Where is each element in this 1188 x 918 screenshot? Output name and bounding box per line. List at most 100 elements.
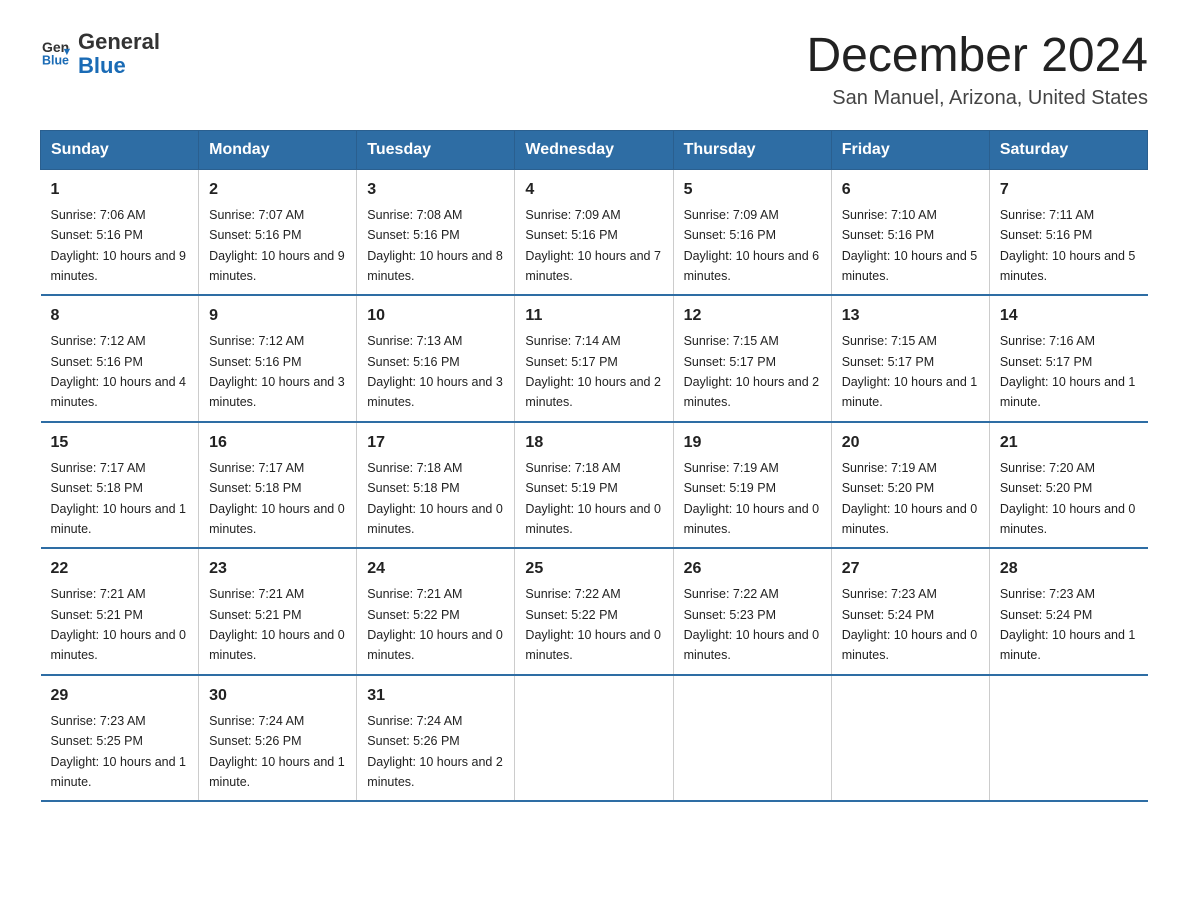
day-number: 29 (51, 684, 189, 708)
day-number: 28 (1000, 557, 1138, 581)
day-number: 14 (1000, 304, 1138, 328)
calendar-cell: 26 Sunrise: 7:22 AMSunset: 5:23 PMDaylig… (673, 548, 831, 675)
calendar-cell: 31 Sunrise: 7:24 AMSunset: 5:26 PMDaylig… (357, 675, 515, 802)
day-number: 2 (209, 178, 346, 202)
day-info: Sunrise: 7:24 AMSunset: 5:26 PMDaylight:… (209, 714, 345, 789)
column-header-sunday: Sunday (41, 130, 199, 169)
day-number: 15 (51, 431, 189, 455)
day-info: Sunrise: 7:12 AMSunset: 5:16 PMDaylight:… (209, 334, 345, 409)
calendar-cell: 9 Sunrise: 7:12 AMSunset: 5:16 PMDayligh… (199, 295, 357, 422)
calendar-cell: 11 Sunrise: 7:14 AMSunset: 5:17 PMDaylig… (515, 295, 673, 422)
day-info: Sunrise: 7:22 AMSunset: 5:23 PMDaylight:… (684, 587, 820, 662)
day-number: 8 (51, 304, 189, 328)
day-info: Sunrise: 7:20 AMSunset: 5:20 PMDaylight:… (1000, 461, 1136, 536)
calendar-cell: 29 Sunrise: 7:23 AMSunset: 5:25 PMDaylig… (41, 675, 199, 802)
calendar-cell: 10 Sunrise: 7:13 AMSunset: 5:16 PMDaylig… (357, 295, 515, 422)
svg-text:Blue: Blue (42, 53, 69, 66)
day-number: 23 (209, 557, 346, 581)
day-info: Sunrise: 7:17 AMSunset: 5:18 PMDaylight:… (209, 461, 345, 536)
day-info: Sunrise: 7:19 AMSunset: 5:19 PMDaylight:… (684, 461, 820, 536)
calendar-cell: 20 Sunrise: 7:19 AMSunset: 5:20 PMDaylig… (831, 422, 989, 549)
calendar-cell (515, 675, 673, 802)
day-number: 30 (209, 684, 346, 708)
day-number: 24 (367, 557, 504, 581)
day-number: 31 (367, 684, 504, 708)
day-info: Sunrise: 7:23 AMSunset: 5:24 PMDaylight:… (1000, 587, 1136, 662)
day-number: 6 (842, 178, 979, 202)
logo-text-general: General (78, 30, 160, 54)
day-info: Sunrise: 7:16 AMSunset: 5:17 PMDaylight:… (1000, 334, 1136, 409)
logo-text-blue: Blue (78, 54, 160, 78)
calendar-cell: 25 Sunrise: 7:22 AMSunset: 5:22 PMDaylig… (515, 548, 673, 675)
calendar-cell: 2 Sunrise: 7:07 AMSunset: 5:16 PMDayligh… (199, 169, 357, 295)
day-number: 27 (842, 557, 979, 581)
page-subtitle: San Manuel, Arizona, United States (806, 87, 1148, 110)
day-info: Sunrise: 7:09 AMSunset: 5:16 PMDaylight:… (525, 208, 661, 283)
column-header-wednesday: Wednesday (515, 130, 673, 169)
calendar-cell: 14 Sunrise: 7:16 AMSunset: 5:17 PMDaylig… (989, 295, 1147, 422)
day-number: 7 (1000, 178, 1138, 202)
day-number: 20 (842, 431, 979, 455)
logo-icon: General Blue (42, 38, 70, 66)
calendar-cell: 17 Sunrise: 7:18 AMSunset: 5:18 PMDaylig… (357, 422, 515, 549)
day-info: Sunrise: 7:06 AMSunset: 5:16 PMDaylight:… (51, 208, 187, 283)
day-number: 4 (525, 178, 662, 202)
calendar-cell: 21 Sunrise: 7:20 AMSunset: 5:20 PMDaylig… (989, 422, 1147, 549)
calendar-cell: 27 Sunrise: 7:23 AMSunset: 5:24 PMDaylig… (831, 548, 989, 675)
calendar-week-row: 15 Sunrise: 7:17 AMSunset: 5:18 PMDaylig… (41, 422, 1148, 549)
calendar-cell: 18 Sunrise: 7:18 AMSunset: 5:19 PMDaylig… (515, 422, 673, 549)
day-info: Sunrise: 7:15 AMSunset: 5:17 PMDaylight:… (684, 334, 820, 409)
calendar-week-row: 22 Sunrise: 7:21 AMSunset: 5:21 PMDaylig… (41, 548, 1148, 675)
calendar-cell: 5 Sunrise: 7:09 AMSunset: 5:16 PMDayligh… (673, 169, 831, 295)
day-info: Sunrise: 7:17 AMSunset: 5:18 PMDaylight:… (51, 461, 187, 536)
day-number: 1 (51, 178, 189, 202)
calendar-week-row: 1 Sunrise: 7:06 AMSunset: 5:16 PMDayligh… (41, 169, 1148, 295)
calendar-header-row: SundayMondayTuesdayWednesdayThursdayFrid… (41, 130, 1148, 169)
day-number: 3 (367, 178, 504, 202)
day-number: 26 (684, 557, 821, 581)
day-info: Sunrise: 7:23 AMSunset: 5:24 PMDaylight:… (842, 587, 978, 662)
calendar-cell: 12 Sunrise: 7:15 AMSunset: 5:17 PMDaylig… (673, 295, 831, 422)
day-info: Sunrise: 7:15 AMSunset: 5:17 PMDaylight:… (842, 334, 978, 409)
calendar-cell: 1 Sunrise: 7:06 AMSunset: 5:16 PMDayligh… (41, 169, 199, 295)
calendar-cell: 28 Sunrise: 7:23 AMSunset: 5:24 PMDaylig… (989, 548, 1147, 675)
day-number: 19 (684, 431, 821, 455)
calendar-cell: 8 Sunrise: 7:12 AMSunset: 5:16 PMDayligh… (41, 295, 199, 422)
page-title: December 2024 (806, 30, 1148, 83)
day-number: 10 (367, 304, 504, 328)
day-info: Sunrise: 7:19 AMSunset: 5:20 PMDaylight:… (842, 461, 978, 536)
column-header-tuesday: Tuesday (357, 130, 515, 169)
day-number: 16 (209, 431, 346, 455)
day-info: Sunrise: 7:10 AMSunset: 5:16 PMDaylight:… (842, 208, 978, 283)
day-number: 13 (842, 304, 979, 328)
column-header-saturday: Saturday (989, 130, 1147, 169)
title-area: December 2024 San Manuel, Arizona, Unite… (806, 30, 1148, 110)
calendar-week-row: 8 Sunrise: 7:12 AMSunset: 5:16 PMDayligh… (41, 295, 1148, 422)
day-info: Sunrise: 7:21 AMSunset: 5:21 PMDaylight:… (209, 587, 345, 662)
calendar-cell: 19 Sunrise: 7:19 AMSunset: 5:19 PMDaylig… (673, 422, 831, 549)
day-info: Sunrise: 7:12 AMSunset: 5:16 PMDaylight:… (51, 334, 187, 409)
day-info: Sunrise: 7:18 AMSunset: 5:18 PMDaylight:… (367, 461, 503, 536)
day-info: Sunrise: 7:22 AMSunset: 5:22 PMDaylight:… (525, 587, 661, 662)
day-info: Sunrise: 7:21 AMSunset: 5:21 PMDaylight:… (51, 587, 187, 662)
calendar-cell: 24 Sunrise: 7:21 AMSunset: 5:22 PMDaylig… (357, 548, 515, 675)
day-info: Sunrise: 7:08 AMSunset: 5:16 PMDaylight:… (367, 208, 503, 283)
calendar-cell (989, 675, 1147, 802)
calendar-cell (673, 675, 831, 802)
calendar-table: SundayMondayTuesdayWednesdayThursdayFrid… (40, 130, 1148, 803)
day-info: Sunrise: 7:18 AMSunset: 5:19 PMDaylight:… (525, 461, 661, 536)
logo: General Blue General Blue (40, 30, 160, 78)
day-number: 11 (525, 304, 662, 328)
day-info: Sunrise: 7:07 AMSunset: 5:16 PMDaylight:… (209, 208, 345, 283)
column-header-monday: Monday (199, 130, 357, 169)
day-number: 21 (1000, 431, 1138, 455)
day-info: Sunrise: 7:11 AMSunset: 5:16 PMDaylight:… (1000, 208, 1136, 283)
day-info: Sunrise: 7:21 AMSunset: 5:22 PMDaylight:… (367, 587, 503, 662)
calendar-cell: 22 Sunrise: 7:21 AMSunset: 5:21 PMDaylig… (41, 548, 199, 675)
calendar-cell: 23 Sunrise: 7:21 AMSunset: 5:21 PMDaylig… (199, 548, 357, 675)
column-header-friday: Friday (831, 130, 989, 169)
day-info: Sunrise: 7:14 AMSunset: 5:17 PMDaylight:… (525, 334, 661, 409)
day-number: 9 (209, 304, 346, 328)
calendar-cell: 15 Sunrise: 7:17 AMSunset: 5:18 PMDaylig… (41, 422, 199, 549)
calendar-cell: 6 Sunrise: 7:10 AMSunset: 5:16 PMDayligh… (831, 169, 989, 295)
